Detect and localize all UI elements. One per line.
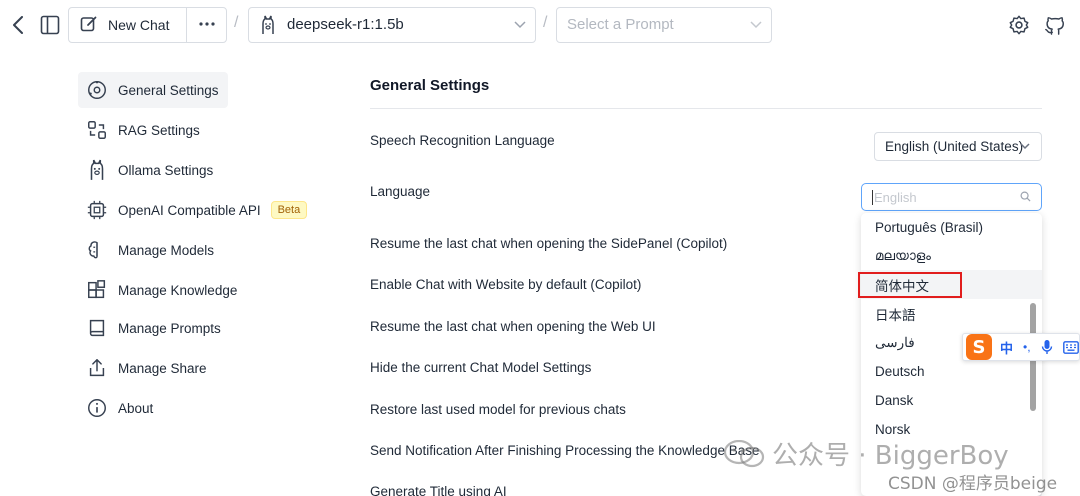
setting-hide-model-settings-label: Hide the current Chat Model Settings: [370, 360, 592, 375]
book-icon: [85, 316, 109, 340]
header-separator-2: /: [543, 14, 548, 31]
sidebar-item-label: RAG Settings: [118, 122, 200, 138]
sidebar-item-manage-share[interactable]: Manage Share: [78, 350, 308, 386]
sidebar-item-label: Manage Share: [118, 360, 207, 376]
prompt-placeholder: Select a Prompt: [567, 16, 674, 33]
language-search-input[interactable]: English: [861, 183, 1042, 211]
speech-language-value: English (United States): [885, 139, 1024, 154]
language-option[interactable]: Deutsch: [861, 357, 1042, 386]
chevron-down-icon: [1019, 139, 1031, 156]
edit-icon: [79, 14, 99, 34]
sidebar-item-label: OpenAI Compatible API: [118, 202, 261, 218]
header-separator: /: [234, 14, 239, 31]
sidebar-item-general-settings[interactable]: General Settings: [78, 72, 228, 108]
sidebar-item-manage-prompts[interactable]: Manage Prompts: [78, 310, 308, 346]
gear-icon: [85, 78, 109, 102]
language-option[interactable]: 日本語: [861, 299, 1042, 328]
sidebar-item-label: Manage Knowledge: [118, 282, 238, 298]
page-title: General Settings: [370, 77, 490, 94]
language-option[interactable]: മലയാളം: [861, 241, 1042, 270]
chevron-down-icon: [748, 17, 764, 33]
setting-resume-webui-label: Resume the last chat when opening the We…: [370, 319, 656, 334]
ime-logo-icon: S: [966, 334, 992, 360]
ime-punctuation[interactable]: •,: [1023, 340, 1031, 354]
watermark-main: 公众号 · BiggerBoy: [772, 441, 1009, 471]
more-options-icon[interactable]: [196, 14, 218, 34]
sidebar-item-label: Manage Models: [118, 242, 215, 258]
search-icon: [1020, 190, 1031, 205]
github-icon[interactable]: [1043, 13, 1067, 37]
sidebar-item-label: Manage Prompts: [118, 320, 221, 336]
brain-icon: [85, 238, 109, 262]
sidebar-toggle-icon[interactable]: [38, 13, 62, 37]
wechat-watermark-icon: [723, 439, 766, 473]
rag-icon: [85, 118, 109, 142]
speech-language-select[interactable]: English (United States): [874, 132, 1042, 161]
info-icon: [85, 396, 109, 420]
back-chevron-icon[interactable]: [8, 13, 28, 37]
language-option[interactable]: Dansk: [861, 386, 1042, 415]
title-divider: [370, 108, 1042, 109]
sidebar-item-label: About: [118, 400, 154, 416]
button-divider: [186, 7, 187, 43]
highlight-annotation-box: [858, 272, 962, 298]
setting-chat-with-website-label: Enable Chat with Website by default (Cop…: [370, 277, 642, 292]
sidebar-item-label: Ollama Settings: [118, 162, 214, 178]
blocks-icon: [85, 278, 109, 302]
top-bar: New Chat / deepseek-r1:1.5b / Select a P…: [0, 0, 1080, 50]
keyboard-icon[interactable]: [1062, 340, 1079, 354]
sidebar-item-about[interactable]: About: [78, 390, 308, 426]
llama-icon: [258, 13, 278, 37]
sidebar-item-openai-api[interactable]: OpenAI Compatible API Beta: [78, 192, 308, 228]
language-search-placeholder: English: [874, 189, 917, 205]
setting-restore-model-label: Restore last used model for previous cha…: [370, 402, 626, 417]
microphone-icon[interactable]: [1041, 339, 1053, 355]
sidebar-item-ollama-settings[interactable]: Ollama Settings: [78, 152, 308, 188]
setting-resume-sidepanel-label: Resume the last chat when opening the Si…: [370, 236, 728, 251]
language-option[interactable]: Português (Brasil): [861, 213, 1042, 242]
share-icon: [85, 356, 109, 380]
sidebar-item-label: General Settings: [118, 82, 219, 98]
chevron-down-icon: [512, 17, 528, 33]
beta-badge: Beta: [270, 201, 308, 219]
sidebar-item-manage-models[interactable]: Manage Models: [78, 232, 308, 268]
setting-speech-recognition-label: Speech Recognition Language: [370, 133, 555, 148]
llama-icon: [85, 158, 109, 182]
settings-gear-icon[interactable]: [1007, 13, 1031, 37]
setting-notification-label: Send Notification After Finishing Proces…: [370, 443, 760, 458]
ime-mode[interactable]: 中: [1000, 338, 1013, 357]
ime-toolbar[interactable]: S 中 •,: [962, 333, 1080, 361]
sidebar-item-manage-knowledge[interactable]: Manage Knowledge: [78, 272, 308, 308]
chip-icon: [85, 198, 109, 222]
new-chat-label: New Chat: [108, 17, 170, 33]
model-label: deepseek-r1:1.5b: [287, 16, 404, 33]
watermark-sub: CSDN @程序员beige: [888, 474, 1058, 494]
setting-language-label: Language: [370, 184, 431, 199]
sidebar-item-rag-settings[interactable]: RAG Settings: [78, 112, 308, 148]
setting-generate-title-label: Generate Title using AI: [370, 484, 507, 496]
